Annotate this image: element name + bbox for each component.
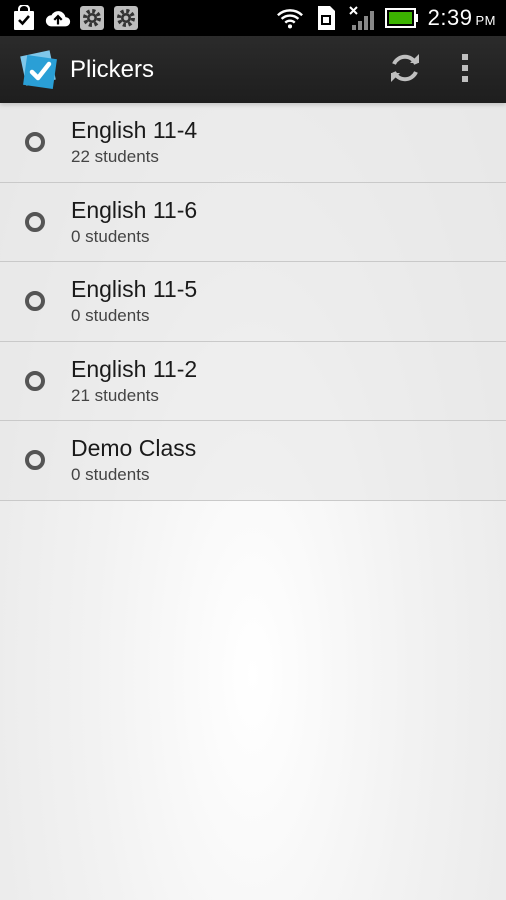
overflow-menu-icon bbox=[460, 53, 470, 87]
class-name: English 11-5 bbox=[71, 276, 198, 302]
wifi-icon bbox=[276, 4, 304, 32]
radio-button[interactable] bbox=[25, 211, 45, 232]
refresh-icon bbox=[387, 50, 423, 90]
battery-icon bbox=[384, 4, 420, 32]
list-item[interactable]: English 11-5 0 students bbox=[0, 262, 506, 342]
class-list: English 11-4 22 students English 11-6 0 … bbox=[0, 103, 506, 501]
class-name: English 11-2 bbox=[71, 355, 198, 382]
plickers-logo-icon[interactable] bbox=[16, 47, 62, 93]
student-count: 0 students bbox=[71, 306, 150, 325]
sim-card-icon bbox=[312, 4, 340, 32]
gear-icon bbox=[78, 4, 106, 32]
radio-button[interactable] bbox=[25, 370, 45, 391]
app-title: Plickers bbox=[70, 55, 155, 83]
list-item[interactable]: Demo Class 0 students bbox=[0, 421, 506, 501]
radio-button[interactable] bbox=[25, 450, 45, 471]
student-count: 21 students bbox=[71, 385, 159, 405]
class-name: English 11-4 bbox=[71, 117, 198, 143]
list-item[interactable]: English 11-2 21 students bbox=[0, 341, 506, 421]
radio-button[interactable] bbox=[25, 291, 45, 312]
class-name: English 11-6 bbox=[71, 196, 198, 223]
list-item[interactable]: English 11-4 22 students bbox=[0, 103, 506, 183]
student-count: 0 students bbox=[71, 226, 150, 246]
radio-button[interactable] bbox=[25, 132, 45, 153]
overflow-menu-button[interactable] bbox=[440, 36, 490, 103]
list-item[interactable]: English 11-6 0 students bbox=[0, 182, 506, 262]
status-bar: 2:39 PM bbox=[0, 0, 506, 36]
class-name: Demo Class bbox=[71, 435, 197, 461]
status-clock: 2:39 PM bbox=[427, 5, 496, 30]
gear-icon bbox=[112, 4, 140, 32]
student-count: 0 students bbox=[71, 465, 150, 484]
cloud-upload-icon bbox=[44, 4, 72, 32]
no-signal-icon bbox=[348, 4, 376, 32]
action-bar: Plickers bbox=[0, 36, 506, 103]
refresh-button[interactable] bbox=[370, 36, 440, 103]
shopping-bag-check-icon bbox=[10, 4, 38, 32]
student-count: 22 students bbox=[71, 147, 159, 166]
